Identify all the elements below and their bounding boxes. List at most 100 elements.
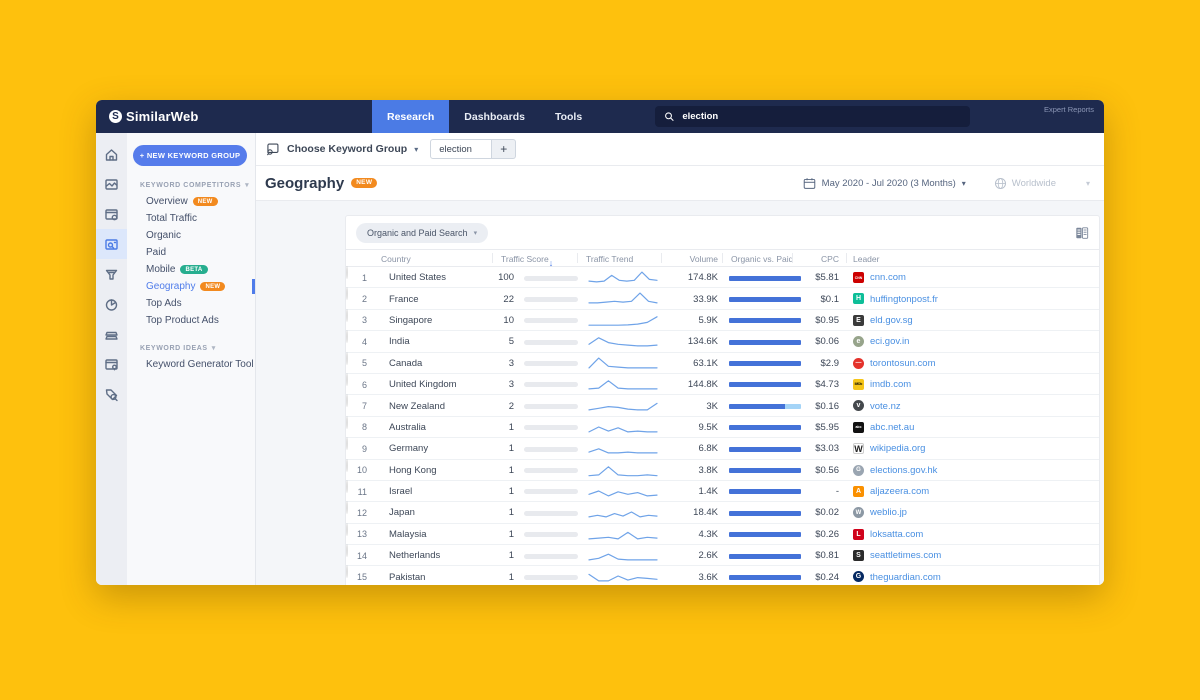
col-traffic-score[interactable]: Traffic Score ↓ [501,254,553,268]
traffic-score-bar [524,275,578,281]
leader-favicon: abc [853,421,864,433]
leader-link[interactable]: wikipedia.org [870,438,925,459]
date-range-selector[interactable]: May 2020 - Jul 2020 (3 Months) [822,178,956,189]
table-row: 1 United States 100 174.8K $5.81 CNN cnn.com [346,266,1099,289]
sidebar-item-keyword-generator-tool[interactable]: Keyword Generator Tool [127,356,255,373]
date-caret-icon[interactable]: ▾ [962,179,966,188]
keyword-chip[interactable]: election [430,139,493,159]
col-volume[interactable]: Volume [666,254,718,264]
traffic-trend-sparkline [588,511,658,518]
organic-vs-paid-bar [729,403,801,409]
rail-item-website-analysis-icon[interactable] [96,169,127,199]
expert-reports-link[interactable]: Expert Reports [1034,105,1094,115]
sidebar-item-paid[interactable]: Paid [127,244,255,261]
leader-link[interactable]: vote.nz [870,395,901,416]
leader-link[interactable]: torontosun.com [870,353,935,374]
sidebar-item-label: Paid [146,247,167,258]
sidebar-section-keyword-ideas[interactable]: KEYWORD IDEAS ▾ [140,344,255,353]
country-cell: United States [389,272,447,284]
main-content: Choose Keyword Group ▾ election + Geogra… [256,133,1104,585]
sidebar-item-mobile[interactable]: Mobile BETA [127,261,255,278]
nav-tab-tools[interactable]: Tools [540,100,597,133]
search-input[interactable] [682,111,961,122]
keyword-group-caret-icon[interactable]: ▾ [414,145,418,154]
col-leader[interactable]: Leader [853,254,879,264]
col-cpc[interactable]: CPC [798,254,839,264]
leader-link[interactable]: loksatta.com [870,524,923,545]
nav-tab-research[interactable]: Research [372,100,450,133]
traffic-score-cell: 1 [508,550,514,562]
leader-link[interactable]: huffingtonpost.fr [870,288,938,309]
leader-link[interactable]: imdb.com [870,374,911,395]
rail-item-keyword-analysis-icon[interactable] [96,229,127,259]
traffic-trend-sparkline [588,531,658,540]
keyword-group-icon [266,143,279,155]
leader-link[interactable]: theguardian.com [870,566,941,585]
sidebar-item-organic[interactable]: Organic [127,227,255,244]
country-flag-icon [346,415,348,429]
similarweb-logo-icon: S [109,110,122,123]
leader-link[interactable]: cnn.com [870,267,906,288]
country-cell: Japan [389,507,415,519]
table-row: 2 France 22 33.9K $0.1 Hhuffingtonpost.fr [346,287,1099,310]
leader-link[interactable]: abc.net.au [870,417,914,438]
traffic-score-cell: 1 [508,464,514,476]
region-selector[interactable]: Worldwide [994,177,1056,190]
col-traffic-trend[interactable]: Traffic Trend [586,254,633,264]
search-type-filter[interactable]: Organic and Paid Search ▾ [356,222,489,243]
traffic-score-bar [524,446,578,452]
similarweb-logo[interactable]: S SimilarWeb [109,100,199,133]
country-cell: Australia [389,421,426,433]
rail-item-app-analysis-icon[interactable] [96,199,127,229]
leader-favicon: e [853,336,864,348]
col-organic-vs-paid[interactable]: Organic vs. Paid [731,254,793,264]
organic-vs-paid-bar [729,468,801,474]
nav-tab-dashboards[interactable]: Dashboards [449,100,540,133]
leader-link[interactable]: elections.gov.hk [870,460,937,481]
leader-link[interactable]: aljazeera.com [870,481,929,502]
content-scroll-area[interactable]: Organic and Paid Search ▾ Country Traffi… [256,201,1104,585]
rail-item-home-icon[interactable] [96,139,127,169]
page-header: Geography NEW May 2020 - Jul 2020 (3 Mon… [256,166,1104,201]
rail-item-tag-search-icon[interactable] [96,379,127,409]
rail-item-app-store-icon[interactable] [96,349,127,379]
excel-export-button[interactable] [1075,226,1089,240]
leader-link[interactable]: eci.gov.in [870,331,909,352]
add-keyword-button[interactable]: + [492,139,517,159]
sidebar-item-geography[interactable]: Geography NEW [127,278,255,295]
traffic-trend-sparkline [588,553,658,561]
sidebar-item-top-ads[interactable]: Top Ads [127,295,255,312]
country-cell: Pakistan [389,571,426,583]
logo-text: SimilarWeb [126,109,199,124]
sidebar-item-total-traffic[interactable]: Total Traffic [127,210,255,227]
rail-item-apps-trays-icon[interactable] [96,319,127,349]
sidebar-item-label: Organic [146,230,182,241]
rank-cell: 8 [361,422,367,433]
col-country[interactable]: Country [381,254,411,264]
rail-item-conversion-funnel-icon[interactable] [96,259,127,289]
table-row: 4 India 5 134.6K $0.06 e eci.gov.in [346,330,1099,353]
rank-cell: 15 [356,572,367,583]
leader-link[interactable]: eld.gov.sg [870,310,913,331]
new-keyword-group-button[interactable]: + NEW KEYWORD GROUP [133,145,247,166]
sidebar-item-top-product-ads[interactable]: Top Product Ads [127,312,255,329]
global-search[interactable] [655,106,970,127]
traffic-score-cell: 1 [508,507,514,519]
traffic-score-bar [524,532,578,538]
organic-vs-paid-bar [729,489,801,495]
rail-item-market-share-icon[interactable] [96,289,127,319]
volume-cell: 134.6K [687,336,718,348]
region-caret-icon[interactable]: ▾ [1086,179,1090,188]
column-divider [722,253,723,263]
sidebar-item-overview[interactable]: Overview NEW [127,193,255,210]
leader-link[interactable]: weblio.jp [870,502,907,523]
organic-vs-paid-bar [729,318,801,324]
leader-link[interactable]: seattletimes.com [870,545,941,566]
leader-favicon: H [853,293,864,305]
sidebar-section-keyword-competitors[interactable]: KEYWORD COMPETITORS ▾ [140,181,255,190]
choose-keyword-group-label[interactable]: Choose Keyword Group [287,143,407,155]
table-row: 15 Pakistan 1 3.6K $0.24 Gtheguardian.com [346,565,1099,585]
country-flag-icon [346,287,348,301]
leader-favicon: W [853,443,864,455]
sidebar-sections: KEYWORD COMPETITORS ▾ Overview NEW Total Tra… [127,181,255,373]
